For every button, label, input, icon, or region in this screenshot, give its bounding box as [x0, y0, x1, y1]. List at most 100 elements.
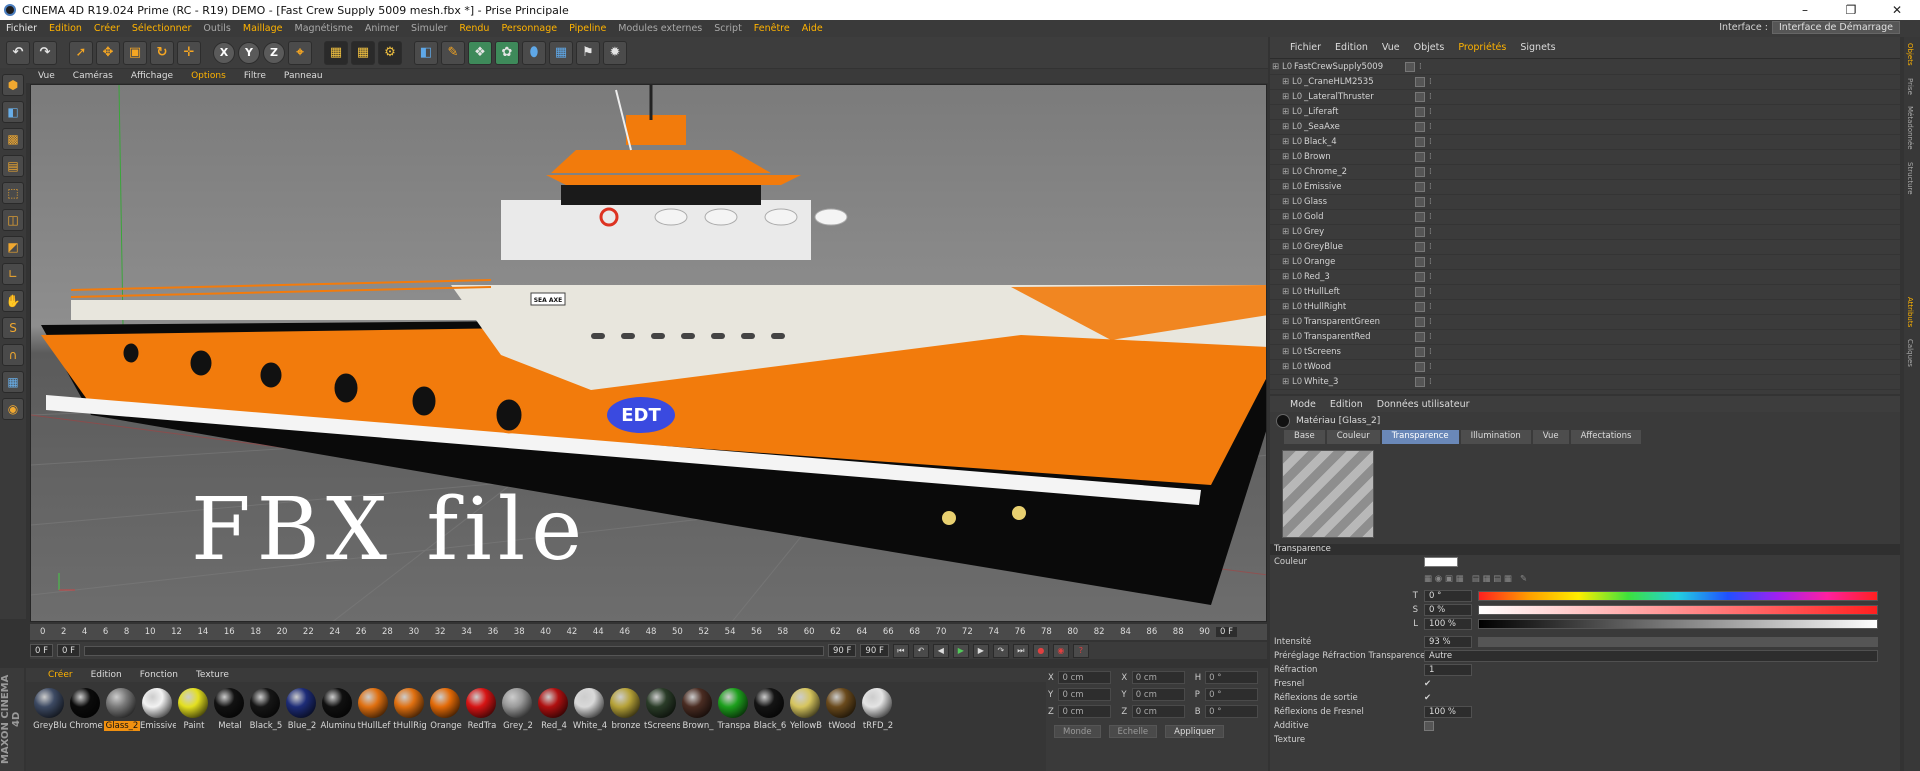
am-menu-donnees[interactable]: Données utilisateur	[1371, 399, 1476, 410]
axis-mode-icon[interactable]: ∟	[2, 263, 24, 285]
object-row[interactable]: ⊞ L0 _LateralThruster ⁞	[1270, 90, 1900, 105]
texture-mode-icon[interactable]: ▩	[2, 128, 24, 150]
material-item[interactable]: RedTra	[464, 688, 497, 731]
expand-icon[interactable]: ⊞	[1282, 257, 1292, 267]
lock-z-axis-icon[interactable]: Z	[263, 41, 285, 64]
expand-icon[interactable]: ⊞	[1282, 212, 1292, 222]
layer-dots-icon[interactable]: ⁞	[1429, 272, 1432, 282]
redo-icon[interactable]: ↷	[33, 40, 57, 65]
visibility-toggle[interactable]	[1415, 152, 1425, 162]
object-row[interactable]: ⊞ L0 tWood ⁞	[1270, 360, 1900, 375]
lock-x-axis-icon[interactable]: X	[213, 41, 235, 64]
points-mode-icon[interactable]: ⬚	[2, 182, 24, 204]
next-key-icon[interactable]: ↷	[992, 643, 1009, 658]
workplane-mode-icon[interactable]: ▤	[2, 155, 24, 177]
expand-icon[interactable]: ⊞	[1282, 122, 1292, 132]
layer-dots-icon[interactable]: ⁞	[1429, 92, 1432, 102]
layer-dots-icon[interactable]: ⁞	[1429, 137, 1432, 147]
material-item[interactable]: Black_6	[752, 688, 786, 731]
visibility-toggle[interactable]	[1415, 212, 1425, 222]
undo-icon[interactable]: ↶	[6, 40, 30, 65]
om-menu-objets[interactable]: Objets	[1408, 42, 1451, 53]
sat-slider[interactable]	[1478, 605, 1878, 615]
tab-base[interactable]: Base	[1284, 430, 1325, 444]
layer-dots-icon[interactable]: ⁞	[1429, 227, 1432, 237]
material-item[interactable]: Metal	[212, 688, 245, 731]
object-row[interactable]: ⊞ L0 tHullLeft ⁞	[1270, 285, 1900, 300]
object-row[interactable]: ⊞ L0 _CraneHLM2535 ⁞	[1270, 75, 1900, 90]
material-item[interactable]: Emissive	[140, 688, 176, 731]
visibility-toggle[interactable]	[1415, 257, 1425, 267]
preset-select[interactable]: Autre	[1424, 650, 1878, 662]
size-x-field[interactable]: 0 cm	[1131, 671, 1185, 684]
scale-tool-icon[interactable]: ▣	[123, 40, 147, 65]
visibility-toggle[interactable]	[1415, 182, 1425, 192]
menu-fichier[interactable]: Fichier	[0, 23, 43, 34]
visibility-toggle[interactable]	[1415, 227, 1425, 237]
minimize-button[interactable]: –	[1782, 0, 1828, 20]
next-frame-icon[interactable]: ▶	[972, 643, 989, 658]
play-icon[interactable]: ▶	[952, 643, 969, 658]
pos-z-field[interactable]: 0 cm	[1058, 705, 1112, 718]
intensity-field[interactable]: 93 %	[1424, 636, 1472, 648]
menu-maillage[interactable]: Maillage	[237, 23, 289, 34]
object-row[interactable]: ⊞ L0 FastCrewSupply5009 ⁞	[1270, 60, 1900, 75]
menu-selectionner[interactable]: Sélectionner	[126, 23, 198, 34]
material-item[interactable]: tWood	[824, 688, 857, 731]
tab-illumination[interactable]: Illumination	[1460, 430, 1531, 444]
visibility-toggle[interactable]	[1415, 242, 1425, 252]
apply-button[interactable]: Appliquer	[1165, 725, 1225, 738]
keyframe-help-icon[interactable]: ?	[1072, 643, 1089, 658]
menu-edition[interactable]: Edition	[43, 23, 88, 34]
visibility-toggle[interactable]	[1415, 137, 1425, 147]
fresnel-checkbox[interactable]: ✔	[1424, 679, 1431, 689]
visibility-toggle[interactable]	[1415, 347, 1425, 357]
layer-dots-icon[interactable]: ⁞	[1429, 377, 1432, 387]
expand-icon[interactable]: ⊞	[1282, 77, 1292, 87]
edges-mode-icon[interactable]: ◫	[2, 209, 24, 231]
expand-icon[interactable]: ⊞	[1282, 347, 1292, 357]
material-item[interactable]: Black_5	[248, 688, 282, 731]
material-item[interactable]: Aluminu	[320, 688, 355, 731]
camera-icon[interactable]: ⚑	[576, 40, 600, 65]
expand-icon[interactable]: ⊞	[1282, 227, 1292, 237]
material-item[interactable]: tScreens	[644, 688, 680, 731]
menu-animer[interactable]: Animer	[359, 23, 405, 34]
maximize-button[interactable]: ❐	[1828, 0, 1874, 20]
rotate-tool-icon[interactable]: ↻	[150, 40, 174, 65]
visibility-toggle[interactable]	[1415, 92, 1425, 102]
menu-aide[interactable]: Aide	[796, 23, 829, 34]
om-menu-proprietes[interactable]: Propriétés	[1452, 42, 1512, 53]
menu-simuler[interactable]: Simuler	[405, 23, 453, 34]
array-generator-icon[interactable]: ✿	[495, 40, 519, 65]
layer-dots-icon[interactable]: ⁞	[1429, 362, 1432, 372]
visibility-toggle[interactable]	[1415, 197, 1425, 207]
object-row[interactable]: ⊞ L0 Brown ⁞	[1270, 150, 1900, 165]
expand-icon[interactable]: ⊞	[1282, 377, 1292, 387]
side-tab-attributs[interactable]: Attributs	[1904, 291, 1916, 333]
solo-mode-icon[interactable]: ◉	[2, 398, 24, 420]
tab-transparence[interactable]: Transparence	[1381, 430, 1459, 444]
render-picture-viewer-icon[interactable]: ▦	[351, 40, 375, 65]
visibility-toggle[interactable]	[1415, 272, 1425, 282]
deformer-icon[interactable]: ⬮	[522, 40, 546, 65]
vp-menu-panneau[interactable]: Panneau	[276, 71, 331, 81]
expand-icon[interactable]: ⊞	[1282, 317, 1292, 327]
expand-icon[interactable]: ⊞	[1282, 182, 1292, 192]
menu-magnetisme[interactable]: Magnétisme	[289, 23, 359, 34]
preview-range-slider[interactable]	[84, 645, 824, 656]
visibility-toggle[interactable]	[1415, 167, 1425, 177]
object-row[interactable]: ⊞ L0 Grey ⁞	[1270, 225, 1900, 240]
intensity-slider[interactable]	[1478, 637, 1878, 647]
am-menu-edition[interactable]: Edition	[1324, 399, 1369, 410]
exit-reflections-checkbox[interactable]: ✔	[1424, 693, 1431, 703]
light-field[interactable]: 100 %	[1424, 618, 1472, 630]
color-swatch[interactable]	[1424, 557, 1458, 567]
object-row[interactable]: ⊞ L0 _SeaAxe ⁞	[1270, 120, 1900, 135]
snapping-icon[interactable]: S	[2, 317, 24, 339]
sat-field[interactable]: 0 %	[1424, 604, 1472, 616]
size-y-field[interactable]: 0 cm	[1131, 688, 1185, 701]
refraction-field[interactable]: 1	[1424, 664, 1472, 676]
material-item[interactable]: tHullLef	[356, 688, 390, 731]
visibility-toggle[interactable]	[1415, 122, 1425, 132]
